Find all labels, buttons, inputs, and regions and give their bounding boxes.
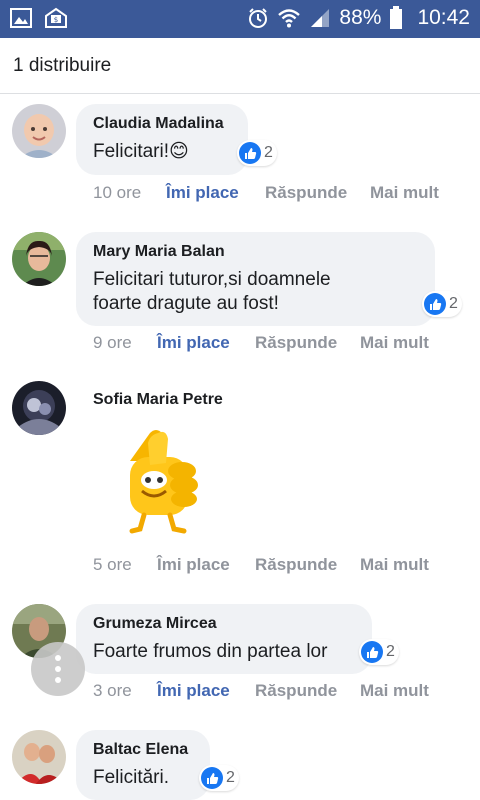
more-button[interactable]: Mai mult <box>360 333 429 353</box>
dot-icon <box>55 677 61 683</box>
comment-text-line-1: Felicitari tuturor,si doamnele <box>93 269 331 290</box>
comment-text-line-2: foarte dragute au fost! <box>93 293 279 314</box>
comment-author[interactable]: Grumeza Mircea <box>93 614 354 634</box>
reply-button[interactable]: Răspunde <box>255 333 360 353</box>
thumbs-up-sticker <box>110 425 206 537</box>
comment-text: Felicitari!😊 <box>93 141 189 162</box>
comment-author[interactable]: Baltac Elena <box>93 740 192 760</box>
wifi-icon <box>277 7 301 29</box>
like-button[interactable]: Îmi place <box>157 333 255 353</box>
reaction-count: 2 <box>264 144 273 161</box>
like-button[interactable]: Îmi place <box>166 183 265 203</box>
comment-actions: 5 ore Îmi place Răspunde Mai mult <box>93 555 429 575</box>
avatar[interactable] <box>12 104 66 158</box>
avatar[interactable] <box>12 730 66 784</box>
reaction-count: 2 <box>386 643 395 660</box>
svg-text:$: $ <box>54 16 58 24</box>
comment-actions: 10 ore Îmi place Răspunde Mai mult <box>93 183 439 203</box>
reaction-summary[interactable]: 2 <box>237 140 277 166</box>
more-button[interactable]: Mai mult <box>360 555 429 575</box>
thumbs-up-icon <box>201 767 223 789</box>
dot-icon <box>55 666 61 672</box>
comment-text: Felicitări. <box>93 767 170 788</box>
reply-button[interactable]: Răspunde <box>255 555 360 575</box>
battery-icon <box>389 6 403 30</box>
reaction-summary[interactable]: 2 <box>422 291 462 317</box>
reaction-summary[interactable]: 2 <box>199 765 239 791</box>
comment-time[interactable]: 5 ore <box>93 555 157 575</box>
comment-time[interactable]: 9 ore <box>93 333 157 353</box>
thumbs-up-icon <box>424 293 446 315</box>
thumbs-up-icon <box>361 641 383 663</box>
signal-icon <box>309 7 331 29</box>
like-button[interactable]: Îmi place <box>157 681 255 701</box>
clock: 10:42 <box>417 6 470 29</box>
comment-bubble[interactable]: Claudia Madalina Felicitari!😊 <box>76 104 248 175</box>
comment-time[interactable]: 3 ore <box>93 681 157 701</box>
more-button[interactable]: Mai mult <box>360 681 429 701</box>
alarm-icon <box>247 7 269 29</box>
comment-author[interactable]: Sofia Maria Petre <box>93 391 223 409</box>
shares-row[interactable]: 1 distribuire <box>0 38 480 94</box>
dot-icon <box>55 655 61 661</box>
floating-more-button[interactable] <box>31 642 85 696</box>
comment-actions: 9 ore Îmi place Răspunde Mai mult <box>93 333 429 353</box>
reply-button[interactable]: Răspunde <box>255 681 360 701</box>
comment-actions: 3 ore Îmi place Răspunde Mai mult <box>93 681 429 701</box>
more-button[interactable]: Mai mult <box>370 183 439 203</box>
reaction-count: 2 <box>226 769 235 786</box>
comment-bubble[interactable]: Mary Maria Balan Felicitari tuturor,si d… <box>76 232 435 326</box>
comment-bubble[interactable]: Grumeza Mircea Foarte frumos din partea … <box>76 604 372 674</box>
reaction-summary[interactable]: 2 <box>359 639 399 665</box>
status-bar: $ 88% 10:42 <box>0 0 480 38</box>
battery-percent: 88% <box>339 6 382 29</box>
thumbs-up-icon <box>239 142 261 164</box>
mail-notification-icon: $ <box>44 7 68 29</box>
shares-count: 1 distribuire <box>13 55 112 76</box>
comment-bubble[interactable]: Baltac Elena Felicitări. <box>76 730 210 800</box>
like-button[interactable]: Îmi place <box>157 555 255 575</box>
comment-text: Foarte frumos din partea lor <box>93 641 328 662</box>
comment-author[interactable]: Claudia Madalina <box>93 114 230 134</box>
avatar[interactable] <box>12 381 66 435</box>
comment-time[interactable]: 10 ore <box>93 183 166 203</box>
reaction-count: 2 <box>449 295 458 312</box>
gallery-notification-icon <box>10 7 32 29</box>
reply-button[interactable]: Răspunde <box>265 183 370 203</box>
avatar[interactable] <box>12 232 66 286</box>
comment-author[interactable]: Mary Maria Balan <box>93 242 417 262</box>
